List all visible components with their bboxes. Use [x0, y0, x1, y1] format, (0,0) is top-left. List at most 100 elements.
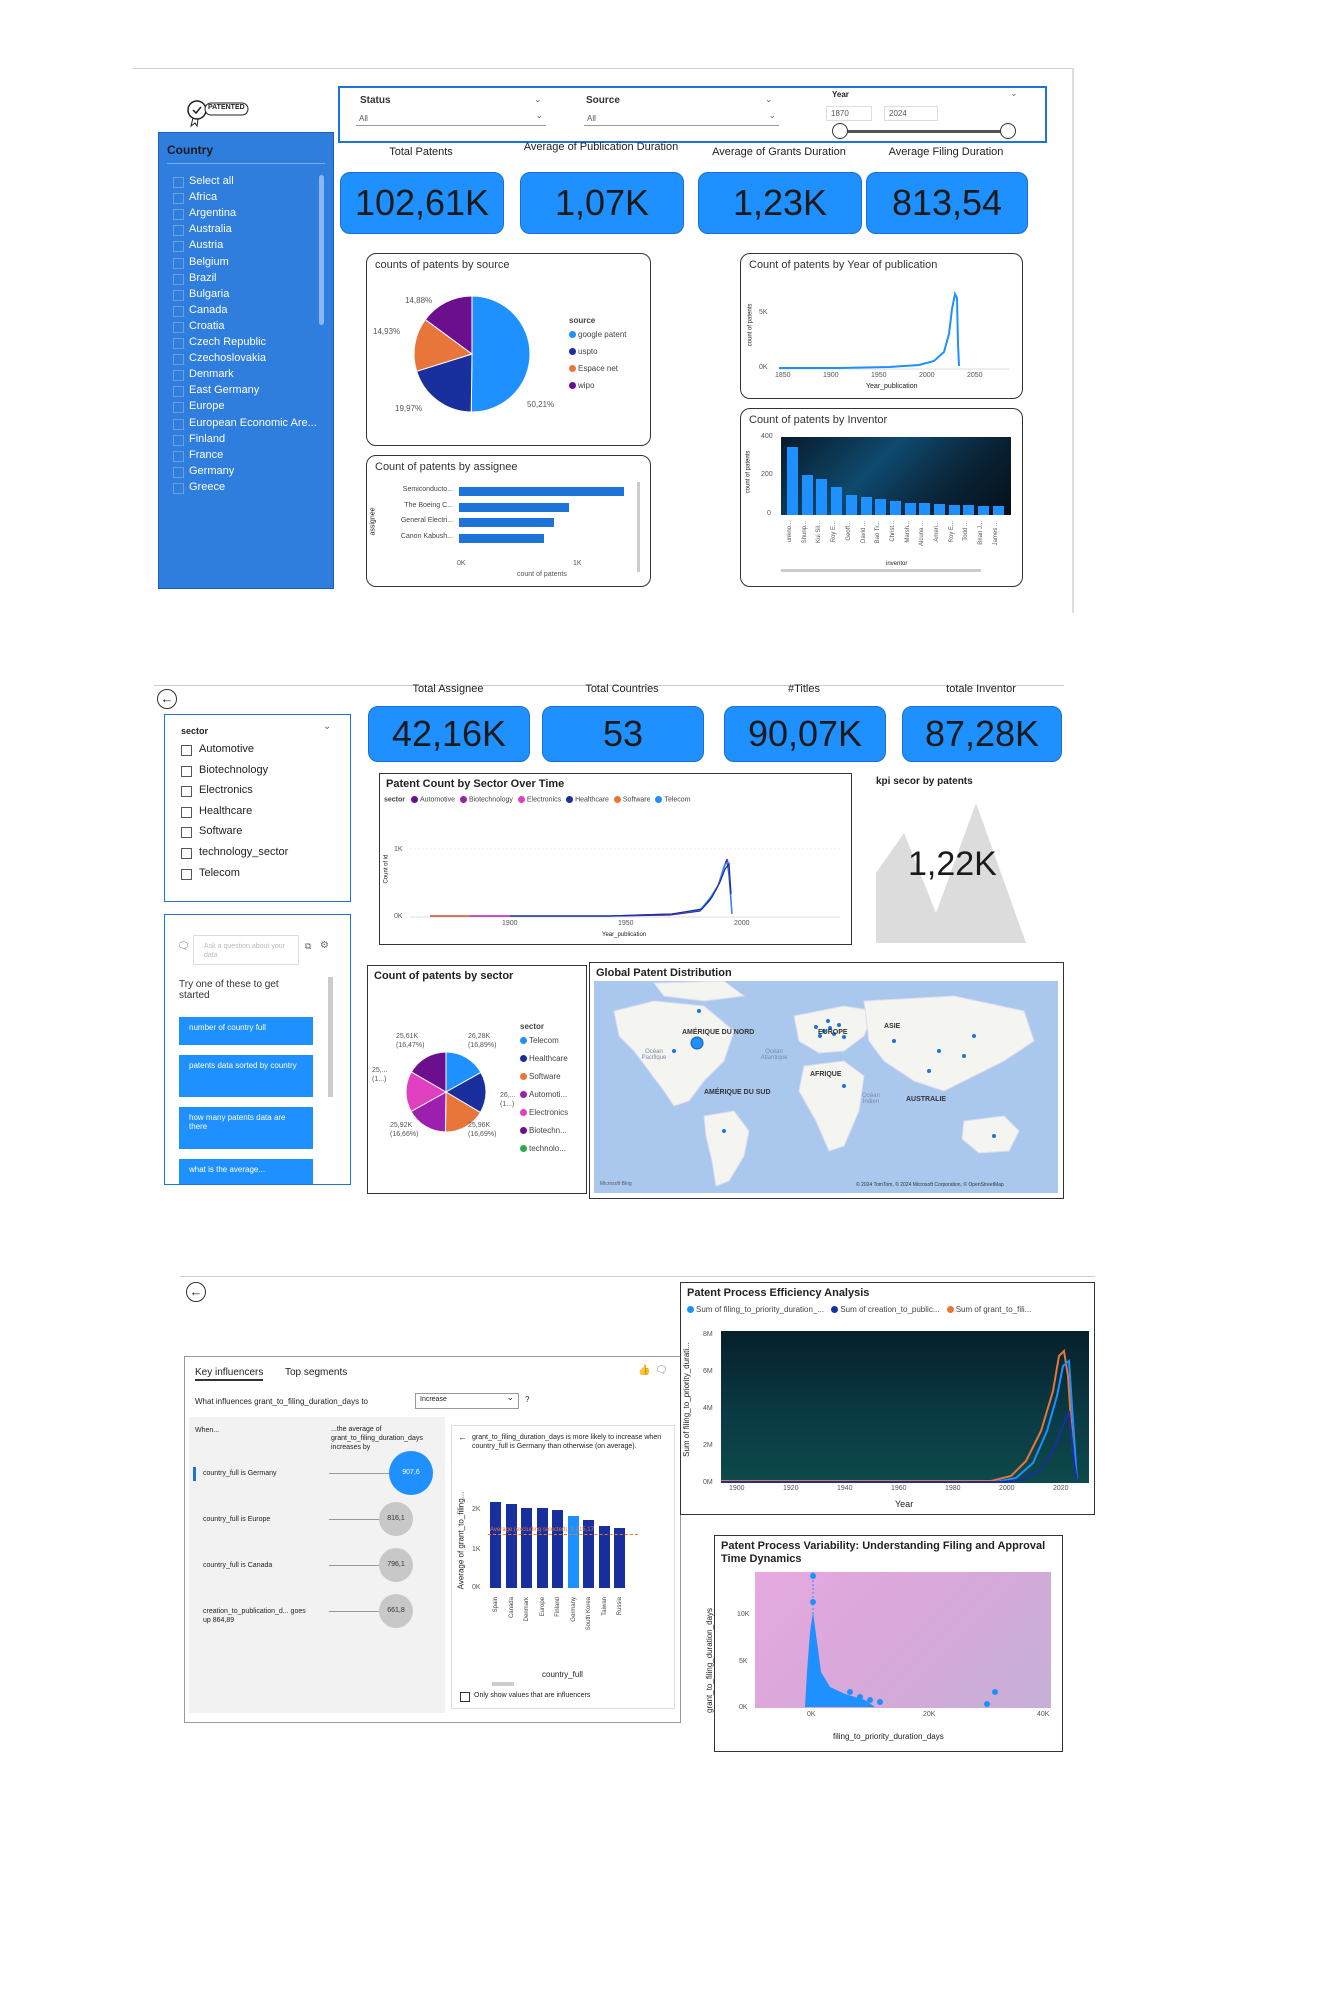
- country-item[interactable]: Bulgaria: [189, 288, 229, 300]
- country-item[interactable]: Czech Republic: [189, 336, 266, 348]
- sector-item[interactable]: Telecom: [199, 867, 240, 879]
- qa-suggestion-1[interactable]: number of country full: [179, 1017, 313, 1045]
- year-from-input[interactable]: 1870: [826, 106, 872, 121]
- country-item[interactable]: Germany: [189, 465, 234, 477]
- country-checkbox[interactable]: [173, 435, 184, 446]
- world-map[interactable]: AMÉRIQUE DU NORD EUROPE ASIE Océan Pacif…: [594, 981, 1058, 1193]
- sector-item[interactable]: Healthcare: [199, 805, 252, 817]
- inventor-bar[interactable]: [949, 505, 960, 515]
- country-item[interactable]: France: [189, 449, 223, 461]
- sector-checkbox[interactable]: [181, 827, 192, 838]
- chevron-down-icon[interactable]: ⌄: [534, 94, 542, 105]
- country-checkbox[interactable]: [173, 258, 184, 269]
- country-item[interactable]: Greece: [189, 481, 225, 493]
- qa-scrollbar[interactable]: [328, 977, 333, 1097]
- inventor-bar[interactable]: [963, 505, 974, 515]
- country-scrollbar[interactable]: [319, 175, 324, 325]
- country-item[interactable]: Brazil: [189, 272, 217, 284]
- country-checkbox[interactable]: [173, 241, 184, 252]
- country-checkbox[interactable]: [173, 354, 184, 365]
- qa-suggestion-4[interactable]: what is the average...: [179, 1159, 313, 1185]
- source-legend-uspto[interactable]: uspto: [569, 347, 598, 356]
- source-legend-wipo[interactable]: wipo: [569, 381, 594, 390]
- qa-suggestion-2[interactable]: patents data sorted by country: [179, 1055, 313, 1097]
- sector-item[interactable]: Electronics: [199, 784, 253, 796]
- country-item[interactable]: Belgium: [189, 256, 229, 268]
- source-legend-google[interactable]: google patent: [569, 330, 627, 339]
- assignee-bar[interactable]: [459, 503, 569, 512]
- country-item[interactable]: Denmark: [189, 368, 234, 380]
- inventor-bar[interactable]: [978, 506, 989, 515]
- country-checkbox[interactable]: [173, 306, 184, 317]
- map-credit[interactable]: © 2024 TomTom, © 2024 Microsoft Corporat…: [856, 1182, 1004, 1188]
- country-item[interactable]: Austria: [189, 239, 223, 251]
- year-slider-handle-start[interactable]: [832, 123, 848, 139]
- country-checkbox[interactable]: [173, 386, 184, 397]
- chevron-down-icon[interactable]: ⌄: [765, 94, 773, 105]
- chevron-down-icon[interactable]: ⌄: [1010, 88, 1018, 99]
- country-item[interactable]: Select all: [189, 175, 234, 187]
- only-show-checkbox[interactable]: [460, 1692, 470, 1702]
- detail-bar[interactable]: [614, 1528, 625, 1588]
- inventor-bar[interactable]: [919, 503, 930, 515]
- inventor-bar[interactable]: [802, 475, 813, 515]
- influencer-row-label[interactable]: country_full is Canada: [203, 1561, 313, 1570]
- sector-pie-legend-item[interactable]: Healthcare: [520, 1054, 568, 1063]
- sector-checkbox[interactable]: [181, 745, 192, 756]
- qa-input[interactable]: Ask a question about your data: [193, 935, 299, 965]
- country-item[interactable]: Africa: [189, 191, 217, 203]
- detail-bar[interactable]: [521, 1508, 532, 1588]
- inventor-bar[interactable]: [905, 503, 916, 515]
- detail-bar[interactable]: [537, 1508, 548, 1588]
- detail-scrollbar[interactable]: [492, 1682, 514, 1686]
- source-dropdown[interactable]: All ⌄: [584, 112, 779, 126]
- tab-key-influencers[interactable]: Key influencers: [195, 1367, 263, 1381]
- country-item[interactable]: East Germany: [189, 384, 259, 396]
- country-checkbox[interactable]: [173, 451, 184, 462]
- copy-icon[interactable]: ⧉: [305, 941, 311, 952]
- country-item[interactable]: Finland: [189, 433, 225, 445]
- country-checkbox[interactable]: [173, 193, 184, 204]
- tab-top-segments[interactable]: Top segments: [285, 1367, 347, 1378]
- assignee-bar[interactable]: [459, 518, 554, 527]
- sector-pie-legend-item[interactable]: technolo...: [520, 1144, 566, 1153]
- year-slider-handle-end[interactable]: [1000, 123, 1016, 139]
- back-button-middle[interactable]: ←: [157, 689, 177, 709]
- sector-checkbox[interactable]: [181, 786, 192, 797]
- country-checkbox[interactable]: [173, 274, 184, 285]
- inventor-bar[interactable]: [816, 479, 827, 515]
- country-checkbox[interactable]: [173, 209, 184, 220]
- country-checkbox[interactable]: [173, 402, 184, 413]
- inventor-bar[interactable]: [934, 504, 945, 515]
- detail-bar[interactable]: [552, 1510, 563, 1588]
- country-item[interactable]: Croatia: [189, 320, 224, 332]
- thumbs-up-icon[interactable]: 👍: [638, 1365, 650, 1376]
- sector-pie-legend-item[interactable]: Software: [520, 1072, 561, 1081]
- year-to-input[interactable]: 2024: [884, 106, 938, 121]
- country-item[interactable]: Europe: [189, 400, 224, 412]
- country-checkbox[interactable]: [173, 225, 184, 236]
- sector-pie-legend-item[interactable]: Automoti...: [520, 1090, 567, 1099]
- inventor-bar[interactable]: [875, 499, 886, 515]
- sector-item[interactable]: Biotechnology: [199, 764, 268, 776]
- country-item[interactable]: Canada: [189, 304, 228, 316]
- country-checkbox[interactable]: [173, 370, 184, 381]
- country-checkbox[interactable]: [173, 338, 184, 349]
- increase-dropdown[interactable]: Increase ⌄: [415, 1393, 519, 1409]
- country-item[interactable]: Australia: [189, 223, 232, 235]
- comment-icon[interactable]: 🗨: [655, 1365, 668, 1376]
- sector-pie-legend-item[interactable]: Electronics: [520, 1108, 568, 1117]
- country-checkbox[interactable]: [173, 177, 184, 188]
- inventor-bar[interactable]: [846, 495, 857, 515]
- inventor-bar[interactable]: [831, 487, 842, 515]
- influencer-bubble[interactable]: 661,8: [379, 1594, 413, 1628]
- detail-bar[interactable]: [506, 1504, 517, 1588]
- detail-bar[interactable]: [490, 1502, 501, 1588]
- assignee-bar[interactable]: [459, 487, 624, 496]
- sector-item[interactable]: technology_sector: [199, 846, 288, 858]
- sector-checkbox[interactable]: [181, 848, 192, 859]
- sector-pie-legend-item[interactable]: Telecom: [520, 1036, 559, 1045]
- help-icon[interactable]: ?: [525, 1395, 529, 1404]
- influencer-bubble[interactable]: 907,6: [389, 1451, 433, 1495]
- sector-item[interactable]: Automotive: [199, 743, 254, 755]
